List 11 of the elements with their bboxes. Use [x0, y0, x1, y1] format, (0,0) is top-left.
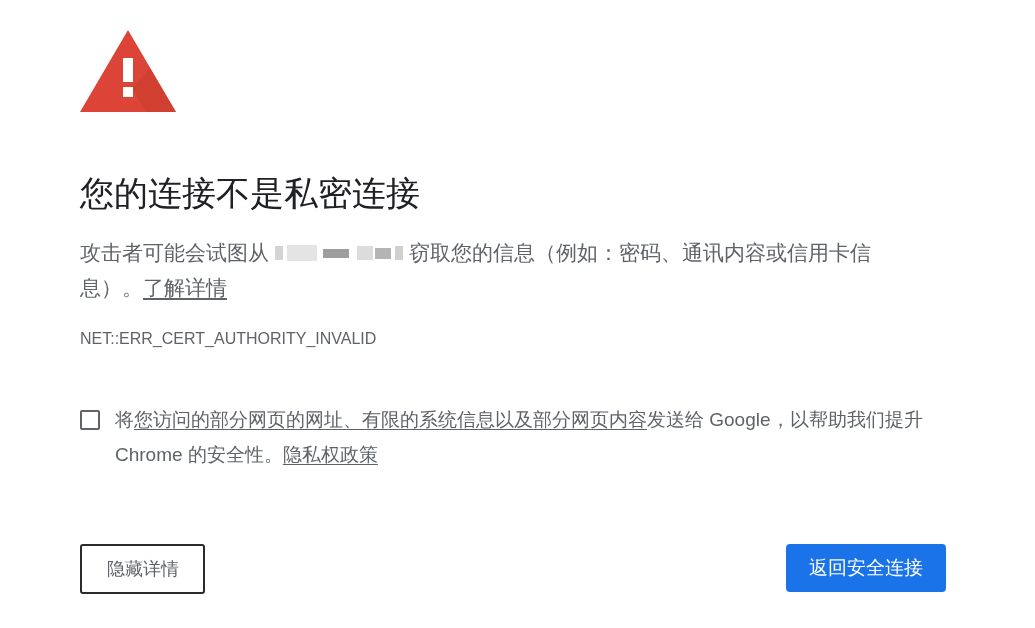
link[interactable]: 隐私权政策: [282, 444, 378, 465]
link[interactable]: 您访问的部分网页的网址、有限的系统信息以及部分网页内容: [134, 409, 647, 430]
back-to-safety-button[interactable]: 返回安全连接: [786, 544, 946, 592]
link[interactable]: 了解详情: [143, 276, 227, 299]
page-heading: 您的连接不是私密连接: [80, 173, 420, 213]
opt-in-label: 将您访问的部分网页的网址、有限的系统信息以及部分网页内容发送给 Google，以帮助我们提升 Chrome 的安全性。隐私权政策: [115, 408, 924, 467]
explanation-text: 攻击者可能会试图从 窃取您的信息（例如：密码、通讯内容或信用卡信息）。了解详情: [80, 240, 872, 301]
warning-triangle-icon: [80, 30, 176, 112]
error-code: NET::ERR_CERT_AUTHORITY_INVALID: [80, 329, 377, 349]
hide-details-button[interactable]: 隐藏详情: [80, 544, 205, 594]
checkbox[interactable]: [80, 410, 100, 430]
